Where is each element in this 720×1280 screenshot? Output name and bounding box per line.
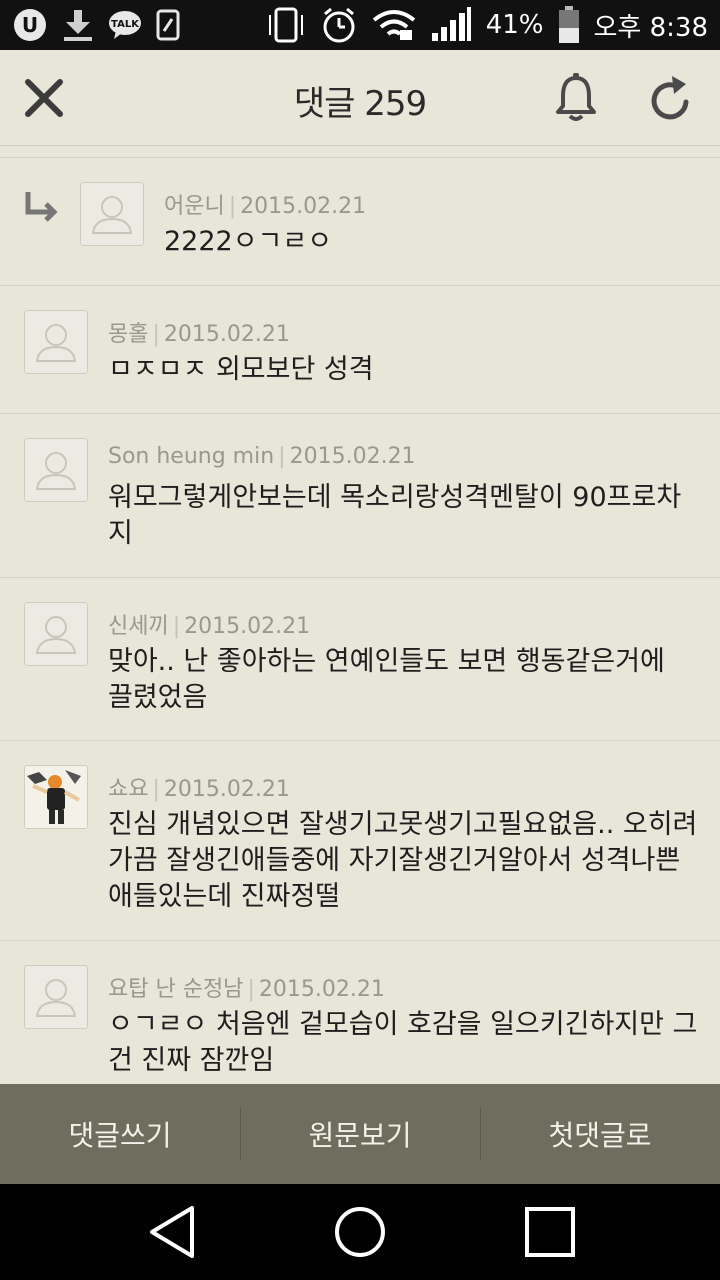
download-icon — [62, 8, 94, 42]
comment-item[interactable]: 요탑 난 순정남 | 2015.02.21 ㅇㄱㄹㅇ 처음엔 겉모습이 호감을 일으… — [0, 941, 720, 1084]
comment-author: 몽홀 — [108, 322, 149, 347]
recents-icon[interactable] — [522, 1204, 578, 1260]
comment-author: Son heung min — [108, 444, 275, 469]
comment-date: 2015.02.21 — [258, 977, 385, 1002]
wifi-icon — [372, 8, 416, 42]
avatar[interactable] — [24, 965, 88, 1029]
back-icon[interactable] — [146, 1204, 202, 1260]
write-comment-button[interactable]: 댓글쓰기 — [0, 1084, 240, 1184]
bell-icon — [556, 73, 596, 121]
vibrate-icon — [266, 7, 306, 43]
home-icon[interactable] — [332, 1204, 388, 1260]
u-plus-icon: U — [12, 7, 48, 43]
signal-icon — [430, 7, 472, 43]
comment-meta: Son heung min | 2015.02.21 — [108, 444, 416, 469]
comment-date: 2015.02.21 — [184, 614, 311, 639]
comment-item[interactable]: 어운니 | 2015.02.21 2222ㅇㄱㄹㅇ — [0, 158, 720, 286]
comment-item[interactable]: 쇼요 | 2015.02.21 진심 개념있으면 잘생기고못생기고필요없음.. 오히… — [0, 741, 720, 941]
comment-text: 워모그렇게안보는데 목소리랑성격멘탈이 90프로차지 — [108, 482, 682, 549]
default-avatar-icon — [35, 324, 77, 362]
comment-text: 맞아.. 난 좋아하는 연예인들도 보면 행동같은거에 끌렸었음 — [108, 646, 665, 713]
comment-meta: 신세끼 | 2015.02.21 — [108, 614, 311, 639]
comment-text: 진심 개념있으면 잘생기고못생기고필요없음.. 오히려가끔 잘생긴애들중에 자기… — [108, 809, 698, 912]
comment-list[interactable]: 어운니 | 2015.02.21 2222ㅇㄱㄹㅇ 몽홀 | 2015.02.21 ㅁㅈ… — [0, 146, 720, 1084]
comments-header: 댓글 259 — [0, 50, 720, 146]
refresh-button[interactable] — [646, 72, 696, 124]
user-photo-icon — [25, 766, 87, 828]
kakaotalk-icon: TALK — [108, 10, 142, 40]
comment-date: 2015.02.21 — [240, 194, 367, 219]
sim-icon — [156, 9, 180, 41]
comment-author: 어운니 — [164, 194, 225, 219]
view-original-button[interactable]: 원문보기 — [240, 1084, 480, 1184]
comment-author: 신세끼 — [108, 614, 169, 639]
comment-text: 2222ㅇㄱㄹㅇ — [164, 226, 333, 257]
list-divider — [0, 146, 720, 158]
comment-meta: 쇼요 | 2015.02.21 — [108, 777, 290, 802]
comment-author: 요탑 난 순정남 — [108, 977, 244, 1002]
status-bar-left: U TALK — [12, 7, 180, 43]
default-avatar-icon — [35, 979, 77, 1017]
status-bar-right: 41% 오후 8:38 — [266, 6, 708, 44]
battery-percent: 41% — [485, 10, 544, 40]
comment-meta: 요탑 난 순정남 | 2015.02.21 — [108, 977, 385, 1002]
default-avatar-icon — [35, 452, 77, 490]
reply-arrow-icon — [25, 192, 58, 222]
battery-icon — [558, 6, 580, 44]
comment-meta: 몽홀 | 2015.02.21 — [108, 322, 290, 347]
alarm-icon — [320, 6, 358, 44]
navigation-bar — [0, 1184, 720, 1280]
avatar[interactable] — [24, 310, 88, 374]
avatar[interactable] — [24, 765, 88, 829]
svg-text:U: U — [22, 13, 38, 37]
comment-item[interactable]: Son heung min | 2015.02.21 워모그렇게안보는데 목소리랑성… — [0, 414, 720, 578]
comment-date: 2015.02.21 — [163, 322, 290, 347]
comment-date: 2015.02.21 — [163, 777, 290, 802]
status-bar: U TALK 41% 오후 8:38 — [0, 0, 720, 50]
comment-item[interactable]: 몽홀 | 2015.02.21 ㅁㅈㅁㅈ 외모보단 성격 — [0, 286, 720, 414]
page-title: 댓글 259 — [293, 84, 427, 124]
comment-text: ㅁㅈㅁㅈ 외모보단 성격 — [108, 354, 374, 385]
clock: 오후 8:38 — [593, 12, 709, 43]
comment-text: ㅇㄱㄹㅇ 처음엔 겉모습이 호감을 일으키긴하지만 그건 진짜 잠깐임 — [108, 1009, 698, 1076]
comment-author: 쇼요 — [108, 777, 149, 802]
avatar[interactable] — [80, 182, 144, 246]
comment-item[interactable]: 신세끼 | 2015.02.21 맞아.. 난 좋아하는 연예인들도 보면 행동같은… — [0, 578, 720, 741]
comment-meta: 어운니 | 2015.02.21 — [164, 194, 367, 219]
default-avatar-icon — [91, 196, 133, 234]
comment-date: 2015.02.21 — [289, 444, 416, 469]
first-comment-button[interactable]: 첫댓글로 — [480, 1084, 720, 1184]
avatar[interactable] — [24, 602, 88, 666]
action-bar: 댓글쓰기 원문보기 첫댓글로 — [0, 1084, 720, 1184]
avatar[interactable] — [24, 438, 88, 502]
default-avatar-icon — [35, 616, 77, 654]
refresh-icon — [651, 76, 689, 120]
notification-button[interactable] — [552, 72, 600, 124]
svg-text:TALK: TALK — [111, 19, 140, 30]
